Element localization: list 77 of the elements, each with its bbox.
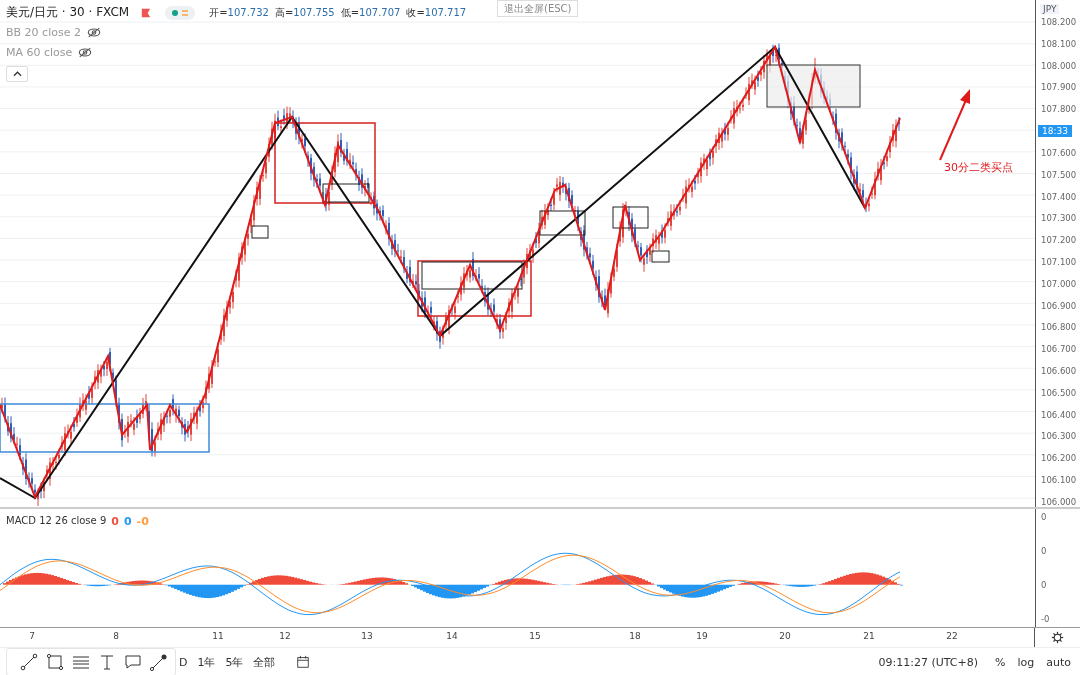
macd-tick: 0 — [1040, 545, 1048, 557]
caret-icon — [12, 71, 22, 77]
pin-tool-icon[interactable] — [149, 652, 169, 672]
ohlc-value: 高=107.755 — [274, 5, 335, 20]
macd-value: 0 — [123, 515, 132, 528]
clock-time: 09:11:27 (UTC+8) — [878, 655, 978, 669]
price-tick: 106.700 — [1040, 343, 1077, 356]
price-tick: 106.900 — [1040, 299, 1077, 312]
scale-option[interactable]: % — [992, 653, 1009, 671]
date-tick: 22 — [946, 631, 958, 641]
price-tick: 106.200 — [1040, 452, 1077, 465]
range-rectangle — [251, 225, 269, 239]
currency-label: JPY — [1040, 4, 1060, 14]
collapse-button[interactable] — [6, 66, 28, 82]
date-tick: 7 — [29, 631, 35, 641]
price-tick: 107.400 — [1040, 190, 1077, 203]
date-tick: 20 — [779, 631, 791, 641]
range-button[interactable]: 5年 — [222, 652, 247, 672]
annotation-text: 30分二类买点 — [944, 160, 1013, 175]
price-tick: 107.900 — [1040, 81, 1077, 94]
price-tick: 106.800 — [1040, 321, 1077, 334]
price-tick: 108.200 — [1040, 16, 1077, 28]
symbol-title: 美元/日元 · 30 · FXCM — [6, 4, 130, 21]
macd-tick: 0 — [1040, 579, 1048, 591]
ohlc-value: 收=107.717 — [406, 5, 467, 20]
date-tick: 12 — [279, 631, 291, 641]
scale-option[interactable]: auto — [1043, 653, 1074, 671]
settings-icon[interactable] — [1051, 631, 1064, 644]
macd-tick: 0 — [1040, 511, 1048, 523]
price-tick: 106.300 — [1040, 430, 1077, 443]
ohlc-value: 开=107.732 — [209, 5, 269, 20]
callout-tool-icon[interactable] — [123, 652, 143, 672]
date-tick: 11 — [212, 631, 224, 641]
price-tick: 106.000 — [1040, 495, 1077, 508]
range-rectangle — [539, 210, 586, 236]
rectangle-tool-icon[interactable] — [45, 652, 65, 672]
price-tick: 107.500 — [1040, 168, 1077, 181]
indicator-label: BB 20 close 2 — [6, 26, 81, 39]
indicator-label: MA 60 close — [6, 46, 73, 59]
price-tick: 106.600 — [1040, 365, 1077, 377]
price-tick: 106.500 — [1040, 386, 1077, 399]
range-button[interactable]: 全部 — [250, 652, 279, 672]
macd-tick: -0 — [1040, 613, 1051, 625]
macd-label: MACD 12 26 close 9 — [6, 515, 107, 528]
price-tick: 106.400 — [1040, 408, 1077, 421]
calendar-icon[interactable] — [296, 655, 311, 669]
scale-option[interactable]: log — [1014, 653, 1038, 671]
range-button[interactable]: D — [176, 653, 191, 671]
date-tick: 15 — [529, 631, 541, 641]
price-tick: 107.300 — [1040, 212, 1077, 225]
price-tick: 107.800 — [1040, 103, 1077, 116]
arrow — [939, 89, 970, 161]
date-tick: 18 — [629, 631, 641, 641]
macd-value: 0 — [111, 515, 119, 528]
ohlc-value: 低=107.707 — [340, 5, 401, 20]
date-tick: 8 — [113, 631, 119, 641]
date-tick: 19 — [696, 631, 708, 641]
range-rectangle — [612, 206, 649, 229]
hidden-eye-icon[interactable] — [86, 27, 101, 38]
date-tick: 21 — [863, 631, 875, 641]
price-tick: 108.000 — [1040, 59, 1077, 72]
price-tick: 107.000 — [1040, 277, 1077, 290]
hidden-eye-icon[interactable] — [78, 47, 93, 58]
price-tick: 107.600 — [1040, 146, 1077, 159]
price-tick: 108.100 — [1040, 37, 1077, 50]
date-tick: 14 — [446, 631, 458, 641]
date-tick: 13 — [361, 631, 373, 641]
flag-icon[interactable] — [141, 7, 152, 18]
price-tick: 107.100 — [1040, 255, 1077, 268]
line-tool-icon[interactable] — [19, 652, 39, 672]
price-tick: 106.100 — [1040, 474, 1077, 487]
fullscreen-exit-hint[interactable]: 退出全屏(ESC) — [497, 0, 579, 17]
current-price-label: 18:33 — [1038, 125, 1072, 138]
range-button[interactable]: 1年 — [194, 652, 219, 672]
range-rectangle — [651, 250, 670, 263]
macd-value: -0 — [136, 515, 149, 528]
price-tick: 107.200 — [1040, 234, 1077, 247]
